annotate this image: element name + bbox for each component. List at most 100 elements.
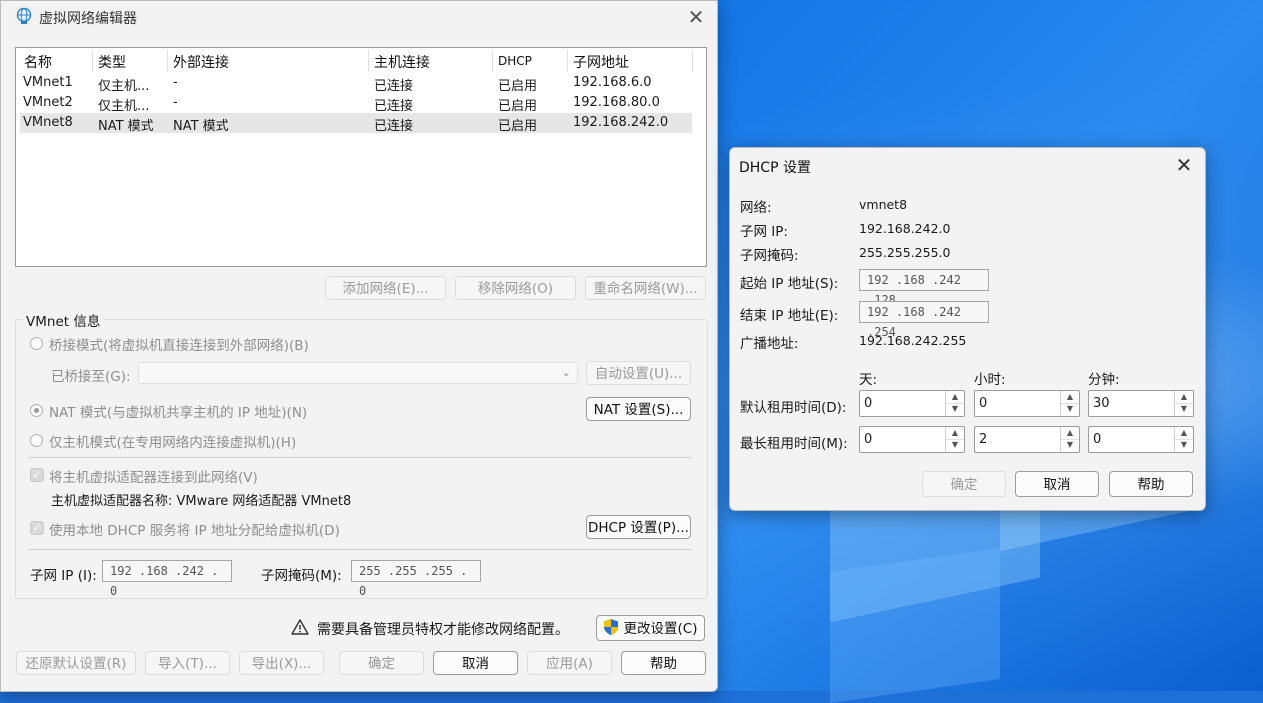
ok-button[interactable]: 确定 [339, 651, 424, 675]
dialog-title-bar: DHCP 设置 ✕ [730, 148, 1205, 182]
spin-down-icon[interactable]: ▼ [1061, 439, 1079, 451]
cell-external: - [173, 95, 178, 110]
network-globe-icon [16, 7, 32, 24]
add-network-button[interactable]: 添加网络(E)... [325, 276, 446, 300]
table-row[interactable]: VMnet1 仅主机... - 已连接 已启用 192.168.6.0 [20, 73, 692, 94]
nat-mode-label: NAT 模式(与虚拟机共享主机的 IP 地址)(N) [49, 405, 308, 421]
dialog-help-button[interactable]: 帮助 [1109, 471, 1193, 497]
nat-settings-button[interactable]: NAT 设置(S)... [586, 397, 691, 421]
host-only-radio[interactable] [30, 434, 43, 447]
minutes-header: 分钟: [1088, 372, 1120, 388]
bridged-mode-radio[interactable] [30, 337, 43, 350]
default-lease-minutes-spinner[interactable]: 30 ▲ ▼ [1088, 390, 1194, 417]
restore-defaults-button[interactable]: 还原默认设置(R) [16, 651, 136, 675]
max-lease-label: 最长租用时间(M): [740, 436, 848, 452]
end-ip-field[interactable]: 192 .168 .242 .254 [859, 301, 989, 339]
cell-dhcp: 已启用 [498, 79, 538, 94]
start-ip-label: 起始 IP 地址(S): [740, 276, 839, 292]
cell-subnet: 192.168.242.0 [573, 115, 669, 130]
default-lease-hours-spinner[interactable]: 0 ▲ ▼ [974, 390, 1080, 417]
bridged-to-label: 已桥接至(G): [51, 369, 131, 385]
column-separator [368, 50, 369, 72]
virtual-network-editor-window: 虚拟网络编辑器 ✕ 名称 类型 外部连接 主机连接 DHCP 子网地址 VMne… [0, 0, 718, 692]
cell-host: 已连接 [374, 99, 414, 114]
uac-shield-icon [604, 619, 618, 635]
title-bar: 虚拟网络编辑器 ✕ [1, 1, 717, 31]
export-button[interactable]: 导出(X)... [239, 651, 324, 675]
spinner-value: 30 [1093, 396, 1110, 411]
start-ip-field[interactable]: 192 .168 .242 .128 [859, 269, 989, 307]
max-lease-minutes-spinner[interactable]: 0 ▲ ▼ [1088, 426, 1194, 453]
max-lease-hours-spinner[interactable]: 2 ▲ ▼ [974, 426, 1080, 453]
cell-dhcp: 已启用 [498, 99, 538, 114]
spinner-value: 0 [864, 396, 873, 411]
dialog-ok-button[interactable]: 确定 [922, 471, 1006, 497]
subnet-ip-label: 子网 IP: [740, 224, 788, 240]
table-header-subnet[interactable]: 子网地址 [573, 52, 629, 72]
cancel-button[interactable]: 取消 [433, 651, 518, 675]
column-separator [567, 50, 568, 72]
dhcp-settings-button[interactable]: DHCP 设置(P)... [586, 515, 691, 539]
use-dhcp-checkbox[interactable]: ✓ [30, 521, 44, 535]
table-header-type[interactable]: 类型 [98, 52, 126, 72]
spin-down-icon[interactable]: ▼ [1061, 403, 1079, 415]
spinner-value: 2 [979, 432, 988, 447]
table-header-external[interactable]: 外部连接 [173, 52, 229, 72]
subnet-ip-field[interactable]: 192 .168 .242 . 0 [102, 560, 232, 598]
cell-type: 仅主机... [98, 99, 150, 114]
bridged-to-select[interactable]: ⌄ [138, 362, 578, 384]
wallpaper-shape [830, 548, 1000, 703]
cell-type: 仅主机... [98, 79, 150, 94]
rename-network-button[interactable]: 重命名网络(W)... [585, 276, 706, 300]
connect-adapter-checkbox[interactable]: ✓ [30, 468, 44, 482]
spin-down-icon[interactable]: ▼ [1175, 439, 1193, 451]
change-settings-label: 更改设置(C) [623, 621, 698, 637]
spin-down-icon[interactable]: ▼ [946, 439, 964, 451]
max-lease-days-spinner[interactable]: 0 ▲ ▼ [859, 426, 965, 453]
subnet-mask-label: 子网掩码(M): [261, 568, 342, 584]
network-label: 网络: [740, 200, 772, 216]
spinner-value: 0 [979, 396, 988, 411]
spin-down-icon[interactable]: ▼ [1175, 403, 1193, 415]
network-table: 名称 类型 外部连接 主机连接 DHCP 子网地址 VMnet1 仅主机... … [15, 47, 707, 267]
default-lease-label: 默认租用时间(D): [740, 400, 847, 416]
subnet-mask-field[interactable]: 255 .255 .255 . 0 [351, 560, 481, 598]
default-lease-days-spinner[interactable]: 0 ▲ ▼ [859, 390, 965, 417]
dialog-cancel-button[interactable]: 取消 [1015, 471, 1099, 497]
table-row-selected[interactable]: VMnet8 NAT 模式 NAT 模式 已连接 已启用 192.168.242… [20, 113, 692, 134]
broadcast-label: 广播地址: [740, 336, 799, 352]
vmnet-info-label: VMnet 信息 [23, 310, 104, 330]
table-header-name[interactable]: 名称 [24, 52, 52, 72]
import-button[interactable]: 导入(T)... [145, 651, 230, 675]
close-icon[interactable]: ✕ [1172, 153, 1196, 177]
adapter-name-text: 主机虚拟适配器名称: VMware 网络适配器 VMnet8 [51, 494, 352, 509]
spinner-value: 0 [864, 432, 873, 447]
subnet-ip-value: 192.168.242.0 [859, 221, 951, 236]
nat-mode-radio[interactable] [30, 404, 43, 417]
cell-subnet: 192.168.80.0 [573, 95, 660, 110]
table-header-dhcp[interactable]: DHCP [498, 54, 532, 74]
column-separator [167, 50, 168, 72]
help-button[interactable]: 帮助 [621, 651, 706, 675]
days-header: 天: [859, 372, 878, 388]
cell-external: - [173, 75, 178, 90]
connect-adapter-label: 将主机虚拟适配器连接到此网络(V) [49, 470, 258, 486]
column-separator [92, 50, 93, 72]
table-header-host[interactable]: 主机连接 [374, 52, 430, 72]
hours-header: 小时: [974, 372, 1006, 388]
table-row[interactable]: VMnet2 仅主机... - 已连接 已启用 192.168.80.0 [20, 93, 692, 114]
cell-name: VMnet2 [23, 95, 73, 110]
dialog-title: DHCP 设置 [739, 160, 811, 176]
cell-name: VMnet8 [23, 115, 73, 130]
bridged-mode-label: 桥接模式(将虚拟机直接连接到外部网络)(B) [49, 338, 309, 354]
chevron-down-icon: ⌄ [561, 366, 571, 379]
apply-button[interactable]: 应用(A) [527, 651, 612, 675]
close-icon[interactable]: ✕ [684, 5, 708, 29]
auto-settings-button[interactable]: 自动设置(U)... [586, 361, 691, 385]
cell-subnet: 192.168.6.0 [573, 75, 652, 90]
cell-type: NAT 模式 [98, 119, 154, 134]
end-ip-label: 结束 IP 地址(E): [740, 308, 839, 324]
use-dhcp-label: 使用本地 DHCP 服务将 IP 地址分配给虚拟机(D) [49, 523, 340, 539]
spin-down-icon[interactable]: ▼ [946, 403, 964, 415]
remove-network-button[interactable]: 移除网络(O) [455, 276, 576, 300]
